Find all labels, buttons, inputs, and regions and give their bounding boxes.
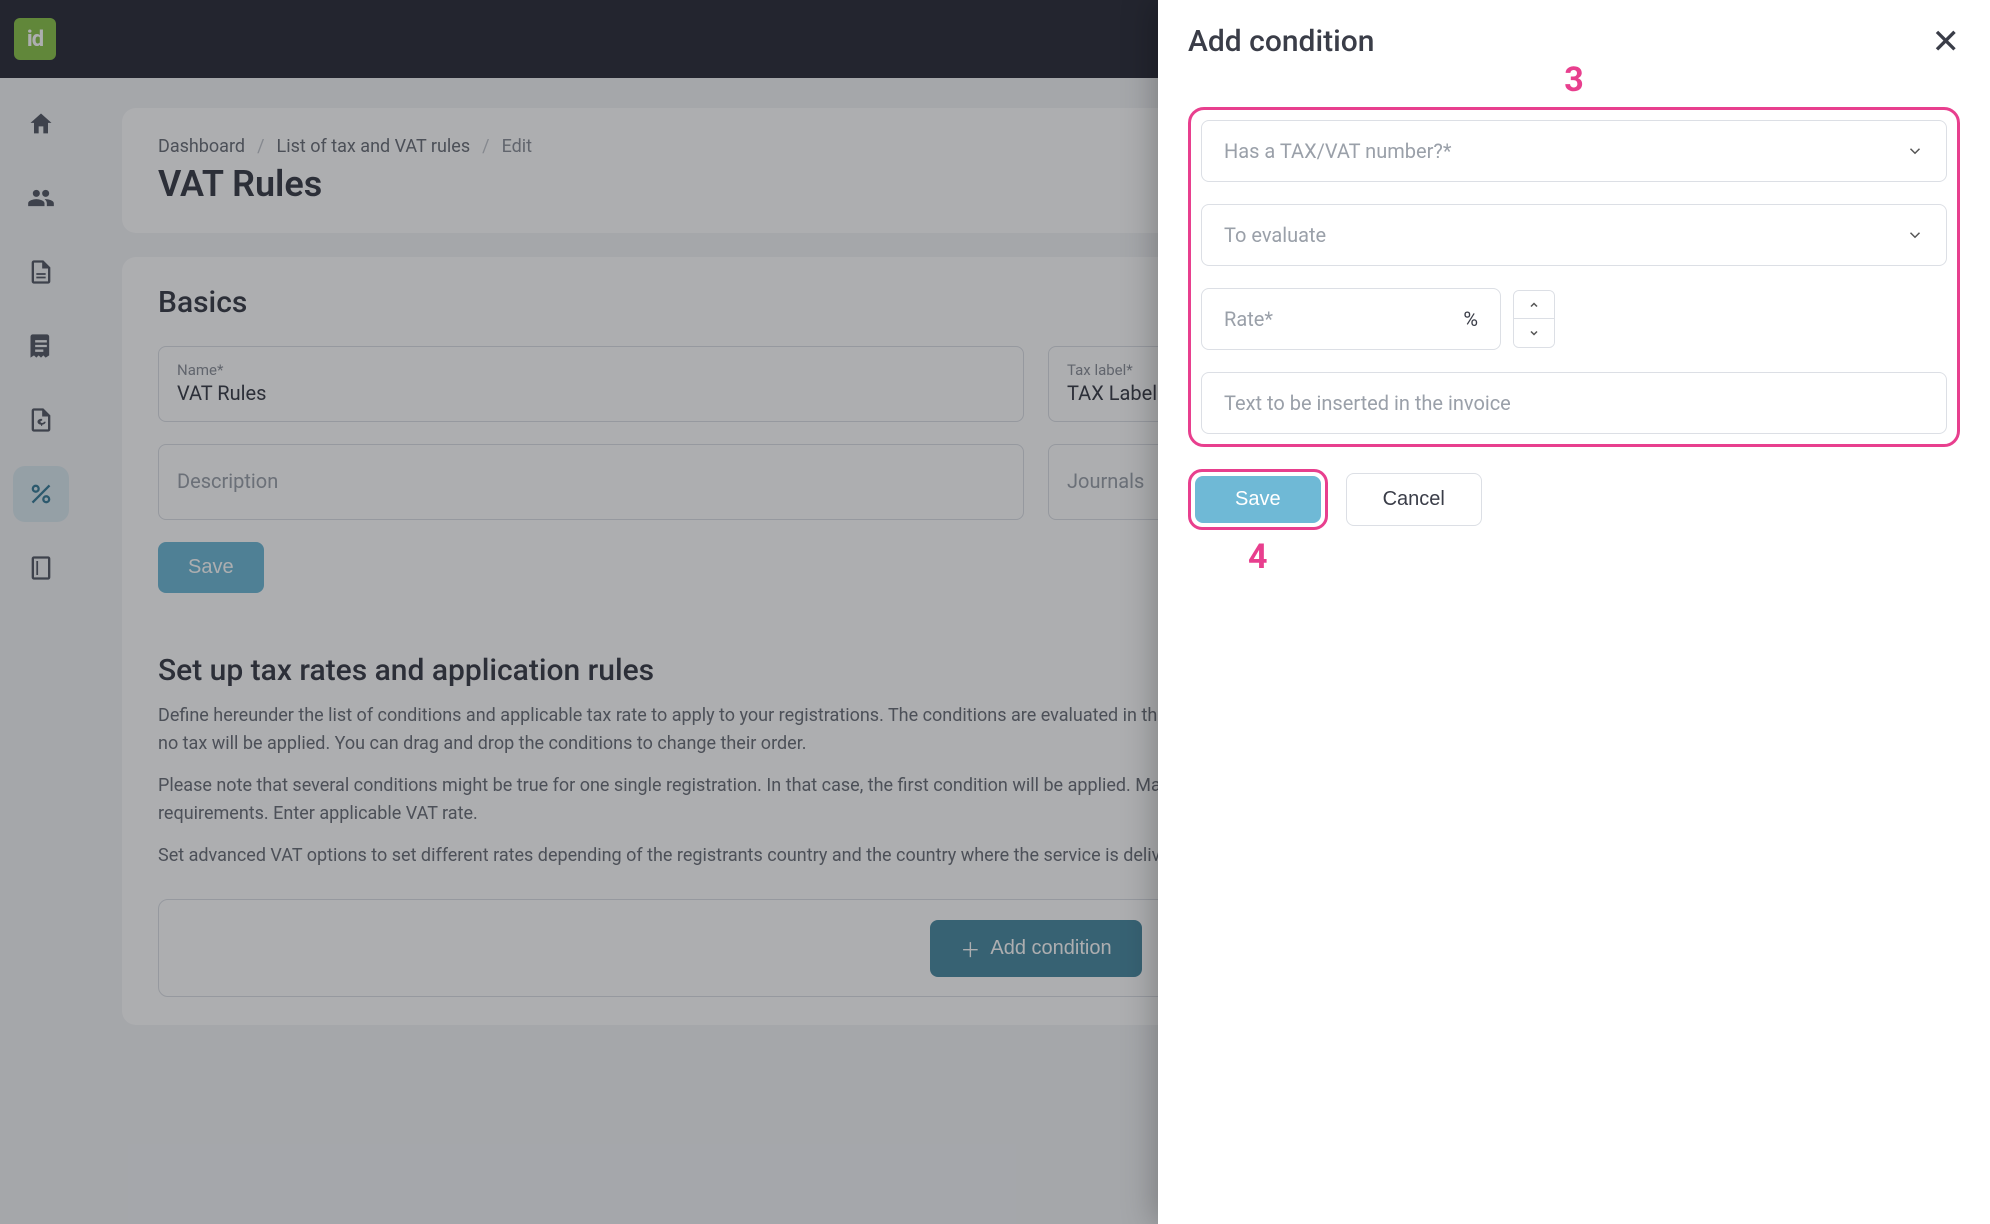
rate-step-up[interactable] [1514, 291, 1554, 319]
rate-placeholder: Rate* [1224, 307, 1273, 331]
panel-save-button[interactable]: Save [1195, 476, 1321, 523]
sidebar-item-users[interactable] [13, 170, 69, 226]
invoice-icon [27, 406, 55, 434]
breadcrumb-list[interactable]: List of tax and VAT rules [277, 136, 471, 157]
callout-number-4: 4 [1248, 537, 1268, 577]
breadcrumb-current: Edit [502, 136, 532, 157]
plus-icon: ＋ [960, 934, 980, 963]
highlight-group-fields: 3 Has a TAX/VAT number?* To evaluate Rat… [1188, 107, 1960, 447]
rate-row: Rate* % [1201, 288, 1947, 350]
sidebar-item-tax[interactable] [13, 466, 69, 522]
name-label: Name* [177, 361, 1005, 379]
add-condition-label: Add condition [990, 937, 1111, 960]
add-condition-button[interactable]: ＋ Add condition [930, 920, 1141, 977]
breadcrumb-separator: / [257, 136, 264, 157]
receipt-icon [27, 332, 55, 360]
sidebar-item-home[interactable] [13, 96, 69, 152]
description-placeholder: Description [177, 469, 1005, 493]
evaluate-placeholder: To evaluate [1224, 223, 1326, 247]
panel-actions: Save 4 Cancel [1188, 469, 1960, 530]
rate-step-down[interactable] [1514, 319, 1554, 347]
rate-input[interactable]: Rate* % [1201, 288, 1501, 350]
condition-type-placeholder: Has a TAX/VAT number?* [1224, 139, 1451, 163]
sidebar [0, 78, 82, 1224]
highlight-save: Save 4 [1188, 469, 1328, 530]
book-icon [27, 554, 55, 582]
callout-number-3: 3 [1564, 60, 1584, 100]
rate-suffix: % [1463, 307, 1478, 331]
condition-type-select[interactable]: Has a TAX/VAT number?* [1201, 120, 1947, 182]
add-condition-panel: Add condition ✕ 3 Has a TAX/VAT number?*… [1158, 0, 1990, 1224]
chevron-down-icon [1906, 226, 1924, 244]
sidebar-item-documents[interactable] [13, 244, 69, 300]
chevron-up-icon [1528, 299, 1540, 311]
evaluate-select[interactable]: To evaluate [1201, 204, 1947, 266]
breadcrumb-dashboard[interactable]: Dashboard [158, 136, 245, 157]
chevron-down-icon [1906, 142, 1924, 160]
sidebar-item-billing[interactable] [13, 392, 69, 448]
invoice-text-input[interactable]: Text to be inserted in the invoice [1201, 372, 1947, 434]
name-field[interactable]: Name* VAT Rules [158, 346, 1024, 422]
people-icon [27, 184, 55, 212]
close-icon[interactable]: ✕ [1932, 25, 1961, 59]
name-value: VAT Rules [177, 381, 1005, 405]
home-icon [27, 110, 55, 138]
panel-title: Add condition [1188, 24, 1374, 59]
breadcrumb-separator: / [482, 136, 489, 157]
description-field[interactable]: Description [158, 444, 1024, 520]
chevron-down-icon [1528, 327, 1540, 339]
percent-icon [27, 480, 55, 508]
sidebar-item-receipts[interactable] [13, 318, 69, 374]
panel-cancel-button[interactable]: Cancel [1346, 473, 1482, 526]
panel-header: Add condition ✕ [1188, 24, 1960, 59]
rate-stepper [1513, 290, 1555, 348]
app-logo: id [14, 18, 56, 60]
sidebar-item-book[interactable] [13, 540, 69, 596]
document-icon [27, 258, 55, 286]
invoice-text-placeholder: Text to be inserted in the invoice [1224, 391, 1511, 415]
basics-save-button[interactable]: Save [158, 542, 264, 593]
